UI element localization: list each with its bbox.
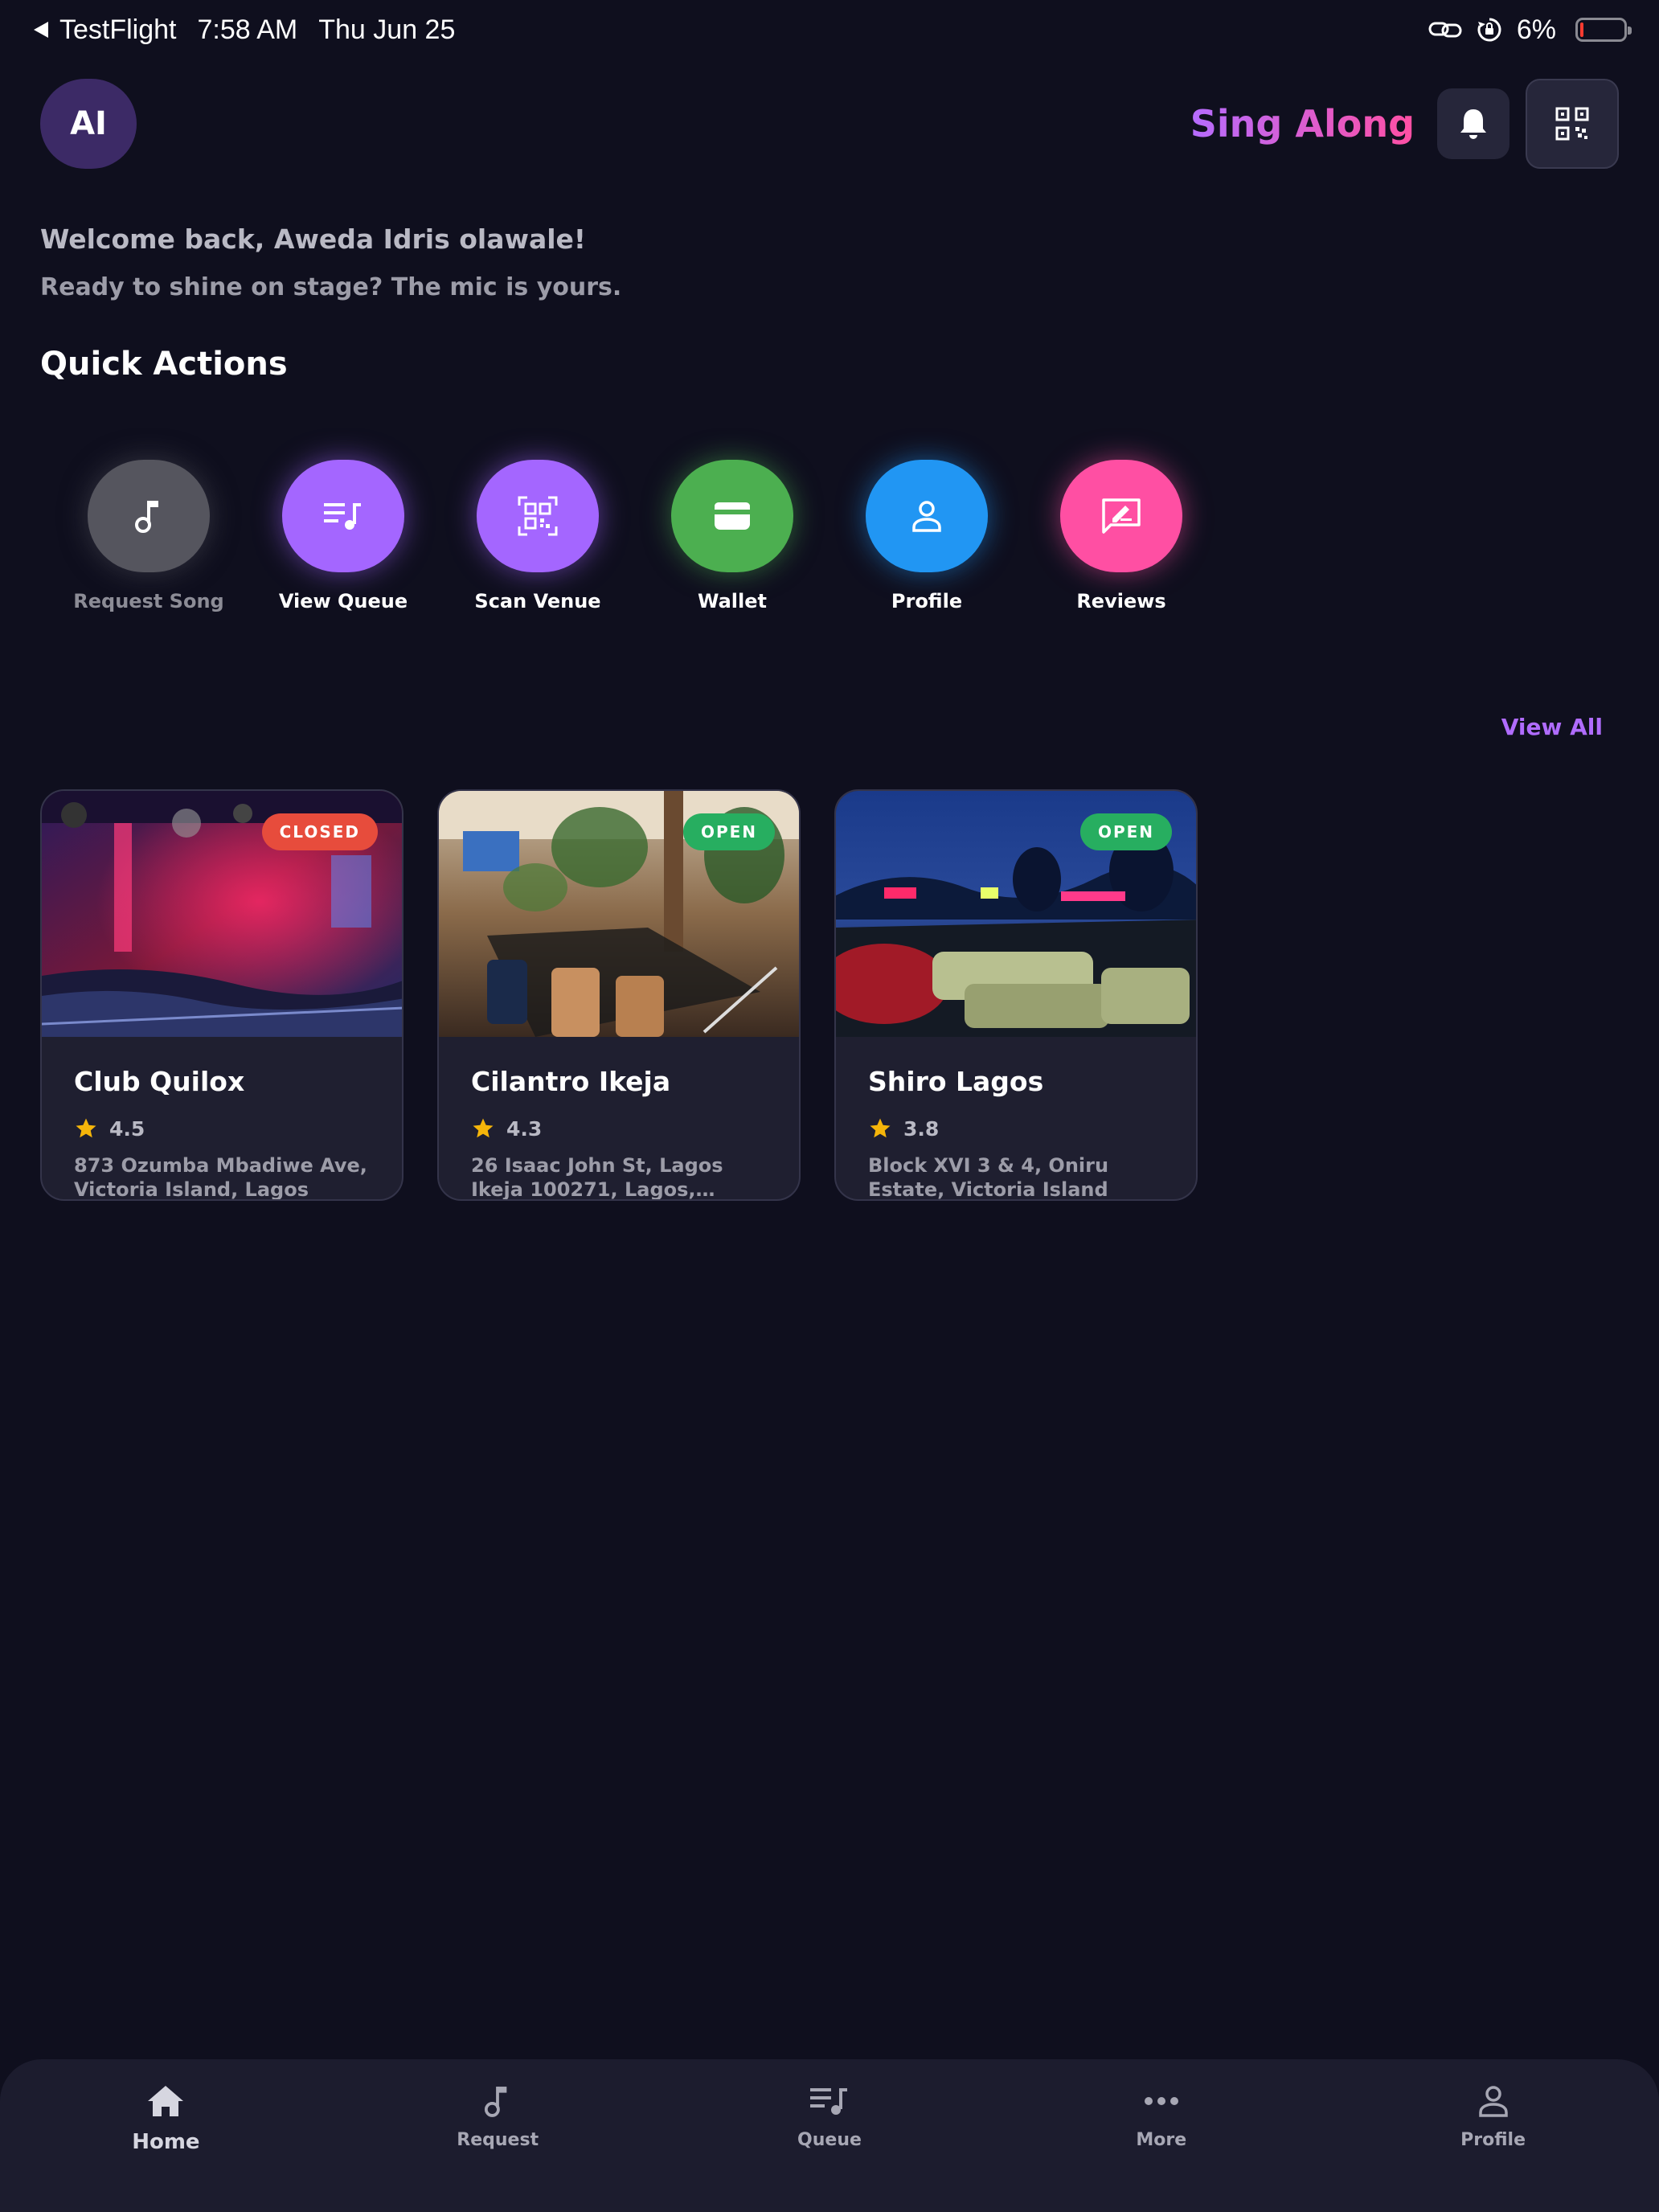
brand-title: Sing Along (1190, 102, 1415, 145)
tab-more[interactable]: More (995, 2059, 1327, 2212)
quick-action-circle (866, 460, 988, 572)
tab-label: Request (457, 2130, 539, 2150)
star-icon (870, 1118, 891, 1138)
venue-image: OPEN (439, 791, 799, 1037)
venue-status-badge: OPEN (1079, 813, 1172, 850)
quick-action-request-song[interactable]: Request Song (51, 460, 246, 612)
music-note-icon (485, 2087, 507, 2117)
avatar[interactable]: AI (40, 79, 137, 169)
venue-status-badge: OPEN (682, 813, 775, 850)
venue-image: CLOSED (42, 791, 402, 1037)
wallet-icon (715, 502, 750, 530)
tab-label: Profile (1460, 2130, 1526, 2150)
tab-profile[interactable]: Profile (1327, 2059, 1659, 2212)
venue-rating-value: 3.8 (903, 1116, 940, 1141)
battery-icon (1575, 18, 1632, 42)
quick-action-profile[interactable]: Profile (830, 460, 1024, 612)
music-note-icon (135, 501, 158, 533)
quick-action-label: Wallet (697, 590, 767, 612)
person-icon (912, 501, 941, 532)
qr-scan-icon (518, 496, 558, 536)
notifications-button[interactable] (1437, 88, 1509, 159)
qr-code-button[interactable] (1526, 79, 1619, 169)
app-header: AI Sing Along (40, 79, 1619, 169)
venue-address: 26 Isaac John St, Lagos Ikeja 100271, La… (471, 1154, 723, 1201)
tab-label: More (1136, 2130, 1187, 2150)
review-icon (1102, 498, 1141, 534)
tab-label: Queue (797, 2130, 862, 2150)
venue-name: Shiro Lagos (868, 1066, 1044, 1097)
orientation-lock-icon (1477, 18, 1501, 42)
queue-music-icon (809, 2088, 847, 2115)
star-icon (473, 1118, 494, 1138)
quick-action-scan-venue[interactable]: Scan Venue (440, 460, 635, 612)
venue-rating: 4.5 (74, 1116, 370, 1141)
back-arrow-icon (34, 22, 48, 38)
venue-card-club-quilox[interactable]: CLOSED Club Quilox 4.5 873 Ozumba Mbadiw… (40, 789, 403, 1201)
venue-name: Cilantro Ikeja (471, 1066, 671, 1097)
battery-percent: 6% (1516, 14, 1556, 45)
quick-action-reviews[interactable]: Reviews (1024, 460, 1219, 612)
quick-action-label: Reviews (1076, 590, 1166, 612)
bell-icon (1460, 109, 1486, 139)
avatar-initials: AI (70, 105, 107, 142)
quick-action-wallet[interactable]: Wallet (635, 460, 830, 612)
tab-queue[interactable]: Queue (664, 2059, 996, 2212)
venue-name: Club Quilox (74, 1066, 245, 1097)
queue-music-icon (324, 503, 361, 530)
venue-rating: 4.3 (471, 1116, 767, 1141)
more-dots-icon (1144, 2097, 1178, 2105)
qr-code-icon (1555, 107, 1589, 141)
venue-card-shiro-lagos[interactable]: OPEN Shiro Lagos 3.8 Block XVI 3 & 4, On… (834, 789, 1198, 1201)
status-time: 7:58 AM (197, 14, 298, 45)
quick-actions-row: Request Song View Queue Scan Venue Walle… (51, 460, 1219, 612)
status-date: Thu Jun 25 (318, 14, 456, 45)
quick-action-label: Scan Venue (474, 590, 601, 612)
tab-home[interactable]: Home (0, 2059, 332, 2212)
home-icon (148, 2086, 184, 2116)
bottom-tab-bar: Home Request Queue More Profile (0, 2059, 1659, 2212)
quick-action-label: Request Song (73, 590, 224, 612)
venue-image: OPEN (836, 791, 1196, 1037)
person-icon (1478, 2086, 1508, 2117)
tab-request[interactable]: Request (332, 2059, 664, 2212)
back-app-label: TestFlight (59, 14, 177, 45)
link-icon (1428, 22, 1462, 38)
venue-status-badge: CLOSED (261, 813, 378, 850)
venue-card-cilantro-ikeja[interactable]: OPEN Cilantro Ikeja 4.3 26 Isaac John St… (437, 789, 801, 1201)
welcome-greeting: Welcome back, Aweda Idris olawale! (40, 223, 586, 255)
venue-address: Block XVI 3 & 4, Oniru Estate, Victoria … (868, 1154, 1109, 1201)
quick-action-circle (671, 460, 793, 572)
quick-action-circle (1060, 460, 1182, 572)
view-all-venues-link[interactable]: View All (1501, 714, 1603, 740)
quick-action-view-queue[interactable]: View Queue (246, 460, 440, 612)
welcome-tagline: Ready to shine on stage? The mic is your… (40, 273, 622, 301)
venue-rating-value: 4.5 (109, 1116, 145, 1141)
star-icon (76, 1118, 96, 1138)
quick-actions-title: Quick Actions (40, 346, 288, 383)
venue-address: 873 Ozumba Mbadiwe Ave, Victoria Island,… (74, 1154, 367, 1201)
quick-action-circle (282, 460, 404, 572)
quick-action-label: View Queue (278, 590, 408, 612)
venue-rating-value: 4.3 (506, 1116, 543, 1141)
tab-label: Home (132, 2130, 200, 2154)
venue-rating: 3.8 (868, 1116, 1164, 1141)
status-bar: TestFlight 7:58 AM Thu Jun 25 6% (0, 0, 1659, 59)
quick-action-circle (88, 460, 210, 572)
back-to-app-button[interactable]: TestFlight (32, 14, 177, 46)
quick-action-circle (477, 460, 599, 572)
venue-cards-row: CLOSED Club Quilox 4.5 873 Ozumba Mbadiw… (40, 789, 1198, 1201)
quick-action-label: Profile (891, 590, 963, 612)
